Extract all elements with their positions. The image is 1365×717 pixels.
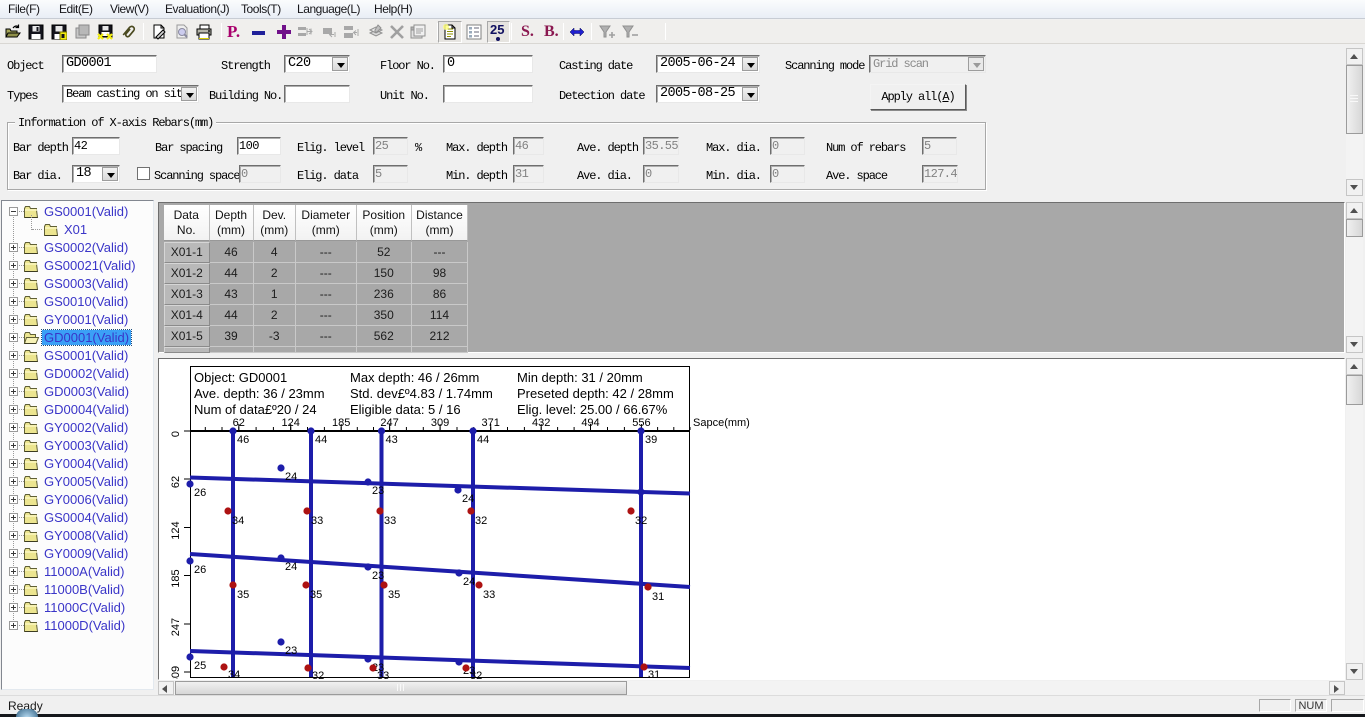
svg-text:Std. dev£º4.83 / 1.74mm: Std. dev£º4.83 / 1.74mm <box>350 386 493 401</box>
svg-text:35: 35 <box>310 589 322 601</box>
svg-text:33: 33 <box>377 670 389 679</box>
svg-text:62: 62 <box>233 417 245 429</box>
svg-text:Object: GD0001: Object: GD0001 <box>194 370 287 385</box>
svg-text:24: 24 <box>285 471 297 483</box>
svg-text:309: 309 <box>431 417 449 429</box>
svg-text:31: 31 <box>652 591 664 603</box>
svg-text:31: 31 <box>648 669 660 679</box>
svg-text:32: 32 <box>475 515 487 527</box>
svg-text:24: 24 <box>463 576 475 588</box>
svg-text:23: 23 <box>372 485 384 497</box>
svg-text:46: 46 <box>237 434 249 446</box>
svg-text:32: 32 <box>312 670 324 679</box>
svg-text:34: 34 <box>232 515 244 527</box>
svg-text:247: 247 <box>380 417 398 429</box>
svg-text:43: 43 <box>386 434 398 446</box>
svg-text:185: 185 <box>170 569 182 587</box>
svg-text:309: 309 <box>170 666 182 679</box>
svg-text:62: 62 <box>170 476 182 488</box>
svg-text:33: 33 <box>483 589 495 601</box>
svg-text:Sapce(mm): Sapce(mm) <box>693 417 750 429</box>
svg-text:556: 556 <box>632 417 650 429</box>
svg-text:371: 371 <box>482 417 500 429</box>
svg-text:34: 34 <box>228 669 240 679</box>
svg-text:32: 32 <box>635 515 647 527</box>
svg-text:33: 33 <box>384 515 396 527</box>
svg-text:Num of data£º20 / 24: Num of data£º20 / 24 <box>194 402 317 417</box>
svg-text:124: 124 <box>282 417 300 429</box>
svg-text:44: 44 <box>477 434 489 446</box>
svg-text:25: 25 <box>194 660 206 672</box>
svg-text:124: 124 <box>170 521 182 539</box>
svg-text:Min depth: 31 / 20mm: Min depth: 31 / 20mm <box>517 370 643 385</box>
svg-text:35: 35 <box>388 589 400 601</box>
svg-text:247: 247 <box>170 618 182 636</box>
svg-text:185: 185 <box>332 417 350 429</box>
svg-text:23: 23 <box>372 570 384 582</box>
svg-text:Eligible data: 5 / 16: Eligible data: 5 / 16 <box>350 402 461 417</box>
svg-text:23: 23 <box>285 645 297 657</box>
svg-text:Elig. level: 25.00 / 66.67%: Elig. level: 25.00 / 66.67% <box>517 402 668 417</box>
svg-text:32: 32 <box>470 670 482 679</box>
svg-text:Ave. depth: 36 / 23mm: Ave. depth: 36 / 23mm <box>194 386 325 401</box>
svg-text:44: 44 <box>315 434 327 446</box>
svg-text:494: 494 <box>581 417 599 429</box>
svg-text:432: 432 <box>532 417 550 429</box>
svg-text:Max depth: 46 / 26mm: Max depth: 46 / 26mm <box>350 370 479 385</box>
svg-text:26: 26 <box>194 564 206 576</box>
svg-text:39: 39 <box>645 434 657 446</box>
svg-text:35: 35 <box>237 589 249 601</box>
svg-text:33: 33 <box>311 515 323 527</box>
svg-text:24: 24 <box>285 561 297 573</box>
svg-text:24: 24 <box>462 493 474 505</box>
svg-text:0: 0 <box>170 431 182 437</box>
svg-text:26: 26 <box>194 487 206 499</box>
svg-text:Preseted depth: 42 / 28mm: Preseted depth: 42 / 28mm <box>517 386 674 401</box>
